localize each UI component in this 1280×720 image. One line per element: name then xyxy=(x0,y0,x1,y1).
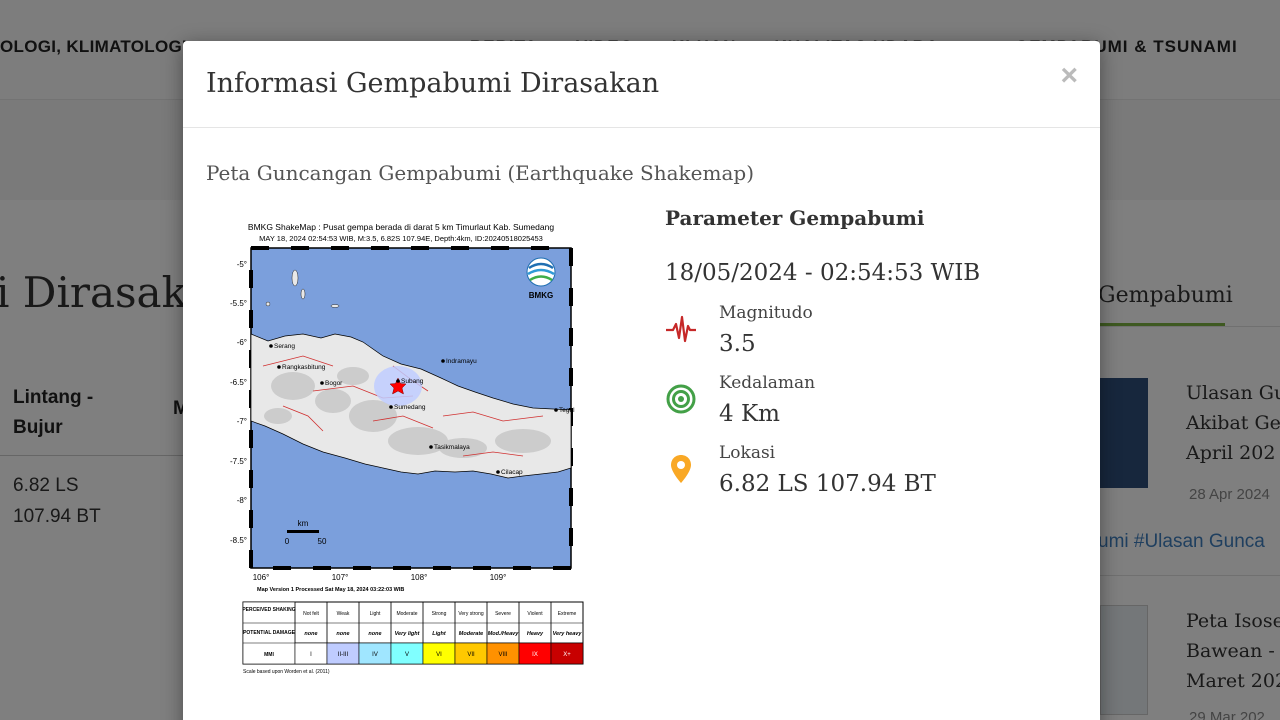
modal-header: Informasi Gempabumi Dirasakan × xyxy=(183,41,1100,128)
city-label: Serang xyxy=(274,343,295,350)
legend-mmi-label: IX xyxy=(532,652,538,658)
legend-mmi-label: VI xyxy=(436,652,442,658)
seismograph-icon xyxy=(666,315,696,343)
legend-mmi-label: IV xyxy=(372,652,378,658)
close-icon[interactable]: × xyxy=(1060,61,1078,91)
city-label: Tasikmalaya xyxy=(434,444,470,451)
lon-tick: 106° xyxy=(253,573,270,582)
depth-label: Kedalaman xyxy=(719,373,816,393)
parameters-title: Parameter Gempabumi xyxy=(665,206,925,230)
location-label: Lokasi xyxy=(719,443,776,463)
modal-title: Informasi Gempabumi Dirasakan xyxy=(206,68,660,99)
map-header-line1: BMKG ShakeMap : Pusat gempa berada di da… xyxy=(248,222,554,232)
legend-shaking-label: Not felt xyxy=(303,611,319,617)
legend-row-label: MMI xyxy=(264,652,274,658)
lat-tick: -8.5° xyxy=(230,536,247,545)
legend-shaking-label: Extreme xyxy=(558,611,577,617)
legend-damage-label: none xyxy=(336,631,349,637)
mmi-legend: PERCEIVED SHAKING POTENTIAL DAMAGE MMI N… xyxy=(242,601,584,675)
lat-ticks: -5° -5.5° -6° -6.5° -7° -7.5° -8° -8.5° xyxy=(230,260,247,545)
lat-tick: -5° xyxy=(237,260,247,269)
legend-cells: Not feltnoneIWeaknoneII-IIILightnoneIVMo… xyxy=(294,601,584,665)
logo-text: BMKG xyxy=(529,291,553,300)
lon-ticks: 106° 107° 108° 109° xyxy=(253,573,507,582)
shakemap-image: BMKG ShakeMap : Pusat gempa berada di da… xyxy=(223,216,593,676)
location-value: 6.82 LS 107.94 BT xyxy=(719,471,936,497)
legend-mmi-label: X+ xyxy=(563,652,571,658)
lon-tick: 109° xyxy=(490,573,507,582)
city-label: Cilacap xyxy=(501,469,523,476)
bmkg-logo: BMKG xyxy=(526,257,556,300)
legend-shaking-label: Strong xyxy=(432,611,447,617)
legend-shaking-label: Very strong xyxy=(458,611,484,617)
legend-mmi-label: VII xyxy=(467,652,475,658)
legend-damage-label: Light xyxy=(432,631,447,637)
lat-tick: -6° xyxy=(237,338,247,347)
lat-tick: -6.5° xyxy=(230,378,247,387)
shakemap-section-title: Peta Guncangan Gempabumi (Earthquake Sha… xyxy=(206,161,755,185)
legend-row-label: PERCEIVED SHAKING xyxy=(242,607,295,613)
lat-tick: -5.5° xyxy=(230,299,247,308)
city-label: Subang xyxy=(401,378,424,385)
shakemap-svg: BMKG ShakeMap : Pusat gempa berada di da… xyxy=(230,222,584,675)
magnitude-value: 3.5 xyxy=(719,331,756,357)
city-label: Bogor xyxy=(325,380,343,387)
legend-damage-label: Very heavy xyxy=(553,631,583,637)
legend-scale-note: Scale based upon Worden et al. (2011) xyxy=(243,669,330,675)
legend-damage-label: none xyxy=(304,631,317,637)
legend-row-text: PERCEIVED SHAKING xyxy=(242,607,295,613)
map-version-note: Map Version 1 Processed Sat May 18, 2024… xyxy=(257,587,404,593)
legend-shaking-label: Violent xyxy=(527,611,543,617)
lat-tick: -8° xyxy=(237,496,247,505)
legend-row-label: POTENTIAL DAMAGE xyxy=(243,630,296,636)
legend-damage-label: none xyxy=(368,631,381,637)
legend-damage-label: Moderate xyxy=(459,631,483,637)
city-label: Indramayu xyxy=(446,358,477,365)
city-label: Rangkasbitung xyxy=(282,364,326,371)
lat-tick: -7.5° xyxy=(230,457,247,466)
legend-shaking-label: Moderate xyxy=(396,611,417,617)
lat-tick: -7° xyxy=(237,417,247,426)
earthquake-info-modal: Informasi Gempabumi Dirasakan × Peta Gun… xyxy=(183,41,1100,720)
param-magnitude: Magnitudo 3.5 xyxy=(665,303,1065,363)
depth-target-icon xyxy=(666,384,696,414)
legend-shaking-label: Severe xyxy=(495,611,511,617)
depth-value: 4 Km xyxy=(719,401,780,427)
location-pin-icon xyxy=(671,455,691,483)
legend-mmi-label: II-III xyxy=(338,652,349,658)
scale-unit: km xyxy=(298,519,309,528)
legend-damage-label: Heavy xyxy=(527,631,544,637)
map-header-line2: MAY 18, 2024 02:54:53 WIB, M:3.5, 6.82S … xyxy=(259,234,543,243)
param-location: Lokasi 6.82 LS 107.94 BT xyxy=(665,443,1065,503)
scale-tick: 50 xyxy=(318,537,327,546)
lon-tick: 107° xyxy=(332,573,349,582)
city-label: Sumedang xyxy=(394,404,426,411)
legend-shaking-label: Light xyxy=(370,611,381,617)
scale-tick: 0 xyxy=(285,537,290,546)
city-label: Tegal xyxy=(559,407,575,414)
magnitude-label: Magnitudo xyxy=(719,303,813,323)
param-depth: Kedalaman 4 Km xyxy=(665,373,1065,433)
legend-damage-label: Mod./Heavy xyxy=(488,631,520,637)
legend-mmi-label: VIII xyxy=(498,652,507,658)
legend-damage-label: Very light xyxy=(395,631,421,637)
legend-shaking-label: Weak xyxy=(337,611,350,617)
lon-tick: 108° xyxy=(411,573,428,582)
event-datetime: 18/05/2024 - 02:54:53 WIB xyxy=(665,260,981,286)
legend-mmi-label: V xyxy=(405,652,409,658)
